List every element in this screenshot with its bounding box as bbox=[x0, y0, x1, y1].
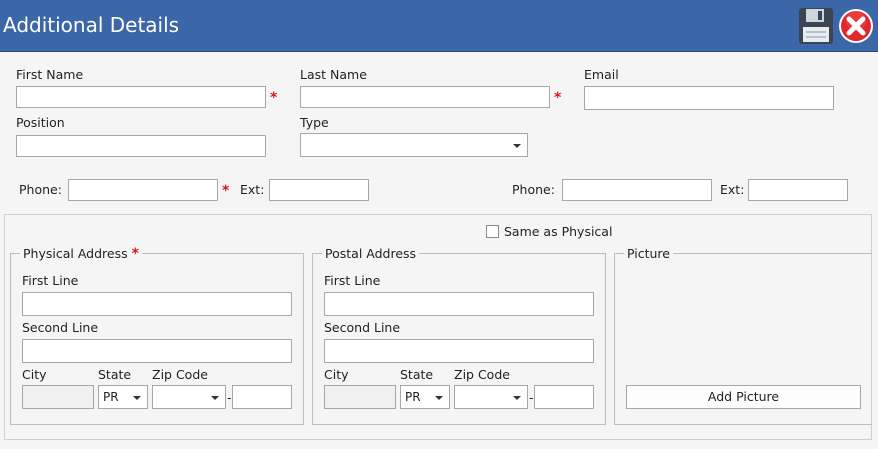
phone-required-marker: * bbox=[222, 183, 230, 199]
phone-label: Phone: bbox=[19, 182, 62, 197]
postal-second-line-input[interactable] bbox=[324, 339, 594, 363]
physical-second-line-input[interactable] bbox=[22, 339, 292, 363]
chevron-down-icon bbox=[133, 396, 141, 400]
ext2-input[interactable] bbox=[748, 179, 848, 201]
email-label: Email bbox=[584, 67, 619, 82]
physical-address-title-text: Physical Address bbox=[23, 246, 128, 261]
chevron-down-icon bbox=[435, 396, 443, 400]
position-input[interactable] bbox=[16, 135, 266, 157]
physical-first-line-label: First Line bbox=[22, 273, 79, 288]
last-name-required-marker: * bbox=[554, 90, 562, 106]
email-input[interactable] bbox=[584, 86, 834, 110]
phone2-input[interactable] bbox=[562, 179, 712, 201]
chevron-down-icon bbox=[211, 396, 219, 400]
postal-first-line-input[interactable] bbox=[324, 292, 594, 316]
postal-first-line-label: First Line bbox=[324, 273, 381, 288]
add-picture-button[interactable]: Add Picture bbox=[626, 385, 861, 409]
postal-zip-separator: - bbox=[529, 390, 534, 405]
phone-input[interactable] bbox=[68, 179, 218, 201]
postal-state-select[interactable]: PR bbox=[400, 385, 450, 409]
physical-zip-separator: - bbox=[227, 390, 232, 405]
phone2-label: Phone: bbox=[512, 182, 555, 197]
physical-city-label: City bbox=[22, 367, 47, 382]
same-as-physical-checkbox[interactable] bbox=[486, 225, 499, 238]
physical-state-select[interactable]: PR bbox=[98, 385, 148, 409]
physical-zip-ext-input[interactable] bbox=[232, 385, 292, 409]
chevron-down-icon bbox=[513, 144, 521, 148]
last-name-label: Last Name bbox=[300, 67, 367, 82]
ext-input[interactable] bbox=[269, 179, 369, 201]
picture-title: Picture bbox=[624, 246, 673, 262]
physical-first-line-input[interactable] bbox=[22, 292, 292, 316]
first-name-input[interactable] bbox=[16, 86, 266, 108]
position-label: Position bbox=[16, 115, 65, 130]
floppy-disk-icon bbox=[799, 8, 833, 44]
postal-zip-select[interactable] bbox=[454, 385, 528, 409]
postal-state-value: PR bbox=[405, 390, 421, 404]
physical-city-input[interactable] bbox=[22, 385, 94, 409]
postal-second-line-label: Second Line bbox=[324, 320, 401, 335]
postal-city-input[interactable] bbox=[324, 385, 396, 409]
physical-second-line-label: Second Line bbox=[22, 320, 99, 335]
type-label: Type bbox=[300, 115, 329, 130]
chevron-down-icon bbox=[513, 396, 521, 400]
first-name-required-marker: * bbox=[270, 90, 278, 106]
ext-label: Ext: bbox=[240, 182, 265, 197]
postal-zip-label: Zip Code bbox=[454, 367, 510, 382]
physical-address-title: Physical Address * bbox=[20, 246, 142, 262]
physical-zip-label: Zip Code bbox=[152, 367, 208, 382]
physical-address-required-marker: * bbox=[131, 246, 139, 262]
postal-state-label: State bbox=[400, 367, 434, 382]
last-name-input[interactable] bbox=[300, 86, 550, 108]
same-as-physical-label[interactable]: Same as Physical bbox=[504, 224, 612, 240]
postal-city-label: City bbox=[324, 367, 349, 382]
postal-address-title: Postal Address bbox=[322, 246, 420, 262]
first-name-label: First Name bbox=[16, 67, 84, 82]
physical-state-value: PR bbox=[103, 390, 119, 404]
type-select[interactable] bbox=[300, 133, 528, 157]
ext2-label: Ext: bbox=[720, 182, 745, 197]
physical-state-label: State bbox=[98, 367, 132, 382]
window-title: Additional Details bbox=[3, 13, 180, 37]
close-button[interactable] bbox=[838, 8, 874, 44]
save-button[interactable] bbox=[798, 7, 834, 45]
close-icon bbox=[839, 9, 873, 43]
physical-zip-select[interactable] bbox=[152, 385, 226, 409]
postal-zip-ext-input[interactable] bbox=[534, 385, 594, 409]
